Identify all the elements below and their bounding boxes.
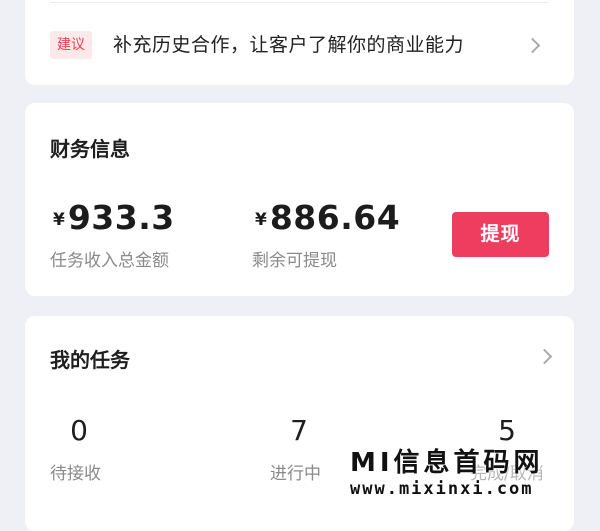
balance-label: 剩余可提现 [252, 251, 337, 271]
tasks-card: 我的任务 0 待接收 7 进行中 5 完成/取消 [25, 316, 574, 531]
currency-symbol: ¥ [255, 210, 267, 230]
finance-title: 财务信息 [50, 137, 130, 161]
suggestion-tag: 建议 [50, 31, 92, 59]
balance-amount: ¥886.64 [255, 198, 400, 237]
task-label-in-progress[interactable]: 进行中 [270, 459, 321, 484]
task-count-done[interactable]: 5 [477, 414, 537, 447]
divider [50, 2, 549, 3]
total-income-amount: ¥933.3 [53, 198, 175, 237]
tasks-title: 我的任务 [50, 348, 130, 372]
chevron-right-icon[interactable] [524, 37, 541, 54]
total-income-label: 任务收入总金额 [50, 251, 169, 271]
finance-card: 财务信息 ¥933.3 任务收入总金额 ¥886.64 剩余可提现 提现 [25, 103, 574, 296]
suggestion-text: 补充历史合作，让客户了解你的商业能力 [113, 34, 465, 56]
task-count-in-progress[interactable]: 7 [269, 414, 329, 447]
suggestion-card[interactable]: 建议 补充历史合作，让客户了解你的商业能力 [25, 0, 574, 85]
chevron-right-icon[interactable] [536, 348, 553, 365]
currency-symbol: ¥ [53, 210, 65, 230]
task-label-pending[interactable]: 待接收 [50, 459, 101, 484]
withdraw-button[interactable]: 提现 [452, 212, 549, 257]
task-count-pending[interactable]: 0 [49, 414, 109, 447]
task-label-done[interactable]: 完成/取消 [470, 459, 544, 484]
balance-value: 886.64 [269, 198, 401, 237]
total-income-value: 933.3 [67, 198, 175, 237]
